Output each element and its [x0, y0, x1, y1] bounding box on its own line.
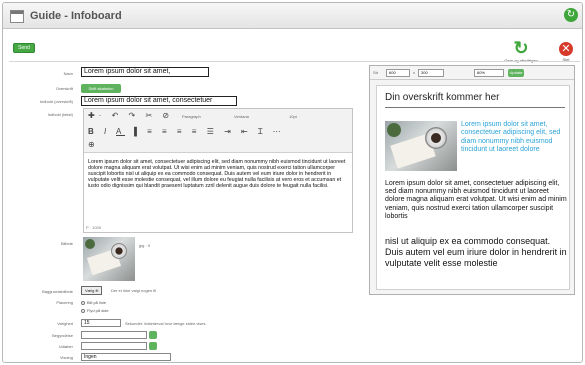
- preview-content: Din overskrift kommer her Lorem ipsum do…: [376, 85, 570, 290]
- editor-toolbar-row-2: B I A ▐ ≡ ≡ ≡ ≡ ☰ ⇥ ⇤ Ɪ ⋯: [88, 126, 285, 137]
- rich-text-editor[interactable]: ✚· ↶ ↷ ✂ ⊘ Paragraph Verdana 10pt B I A …: [83, 108, 353, 233]
- view-select[interactable]: Ingen: [81, 353, 171, 361]
- size-select[interactable]: 10pt: [289, 114, 297, 119]
- tekst-label: Indhold (tekst): [47, 112, 73, 117]
- link-icon[interactable]: ⊘: [162, 111, 173, 120]
- indent-icon[interactable]: ⇥: [224, 127, 235, 136]
- start-input[interactable]: [81, 331, 147, 339]
- plant-shape: [85, 239, 95, 249]
- delete-button[interactable]: ✕ Slet: [554, 39, 578, 62]
- radio-inline[interactable]: Bill på linie: [81, 300, 106, 305]
- choose-file-button[interactable]: Vælg fil: [81, 286, 103, 295]
- indhold-label: Indhold (overskrift): [39, 99, 73, 104]
- app-window: Guide - Infoboard ↻ Send ↻ Gem og afkvit…: [2, 2, 583, 363]
- divider: [9, 61, 580, 62]
- outdent-icon[interactable]: ⇤: [241, 127, 252, 136]
- height-input[interactable]: 300: [418, 69, 444, 77]
- save-icon: ↻: [513, 38, 529, 58]
- radio-float-label: Flyd på side: [87, 308, 109, 313]
- end-input[interactable]: [81, 342, 147, 350]
- redo-icon[interactable]: ↷: [129, 111, 140, 120]
- save-button[interactable]: ↻ Gem og afkvittigen: [502, 38, 540, 64]
- preview-size-label: Str: [373, 70, 379, 75]
- title-bar: Guide - Infoboard ↻: [3, 3, 582, 29]
- window-title: Guide - Infoboard: [30, 10, 122, 22]
- radio-float[interactable]: Flyd på side: [81, 308, 109, 313]
- plant-shape: [387, 123, 401, 137]
- preview-title: Din overskrift kommer her: [385, 92, 500, 103]
- editor-toolbar-row-1: ✚· ↶ ↷ ✂ ⊘: [88, 111, 174, 120]
- preview-toolbar: Str 600 x 300 80% Update: [370, 66, 574, 80]
- cut-icon[interactable]: ✂: [145, 111, 156, 120]
- align-left-icon[interactable]: ≡: [147, 127, 156, 136]
- preview-image: [385, 121, 457, 171]
- navn-label: Navn: [63, 71, 73, 76]
- file-note: Der er ikke valgt nogen fil: [111, 288, 157, 293]
- width-input[interactable]: 600: [386, 69, 410, 77]
- color-icon[interactable]: ▐: [131, 127, 141, 136]
- editor-status: P · 1000: [86, 225, 102, 230]
- template-button[interactable]: Skift skabelon: [81, 84, 121, 93]
- preview-panel: Str 600 x 300 80% Update Din overskrift …: [369, 65, 575, 295]
- align-right-icon[interactable]: ≡: [177, 127, 186, 136]
- image-meta: jpg · 0: [139, 243, 151, 248]
- preview-body: Lorem ipsum dolor sit amet, consectetuer…: [385, 180, 567, 220]
- x-label: x: [413, 70, 415, 75]
- radio-icon: [81, 308, 85, 313]
- italic-icon[interactable]: I: [104, 127, 110, 136]
- image-thumbnail[interactable]: [83, 237, 135, 281]
- duration-note: Sekunder: tidsinterval hvor længe siden …: [125, 321, 206, 326]
- close-icon: ✕: [559, 42, 573, 56]
- cup-shape: [425, 127, 447, 149]
- headline-input[interactable]: Lorem ipsum dolor sit amet, consectetuer: [81, 96, 237, 106]
- more-icon[interactable]: ⋯: [273, 127, 285, 136]
- view-label: Visning: [59, 355, 73, 360]
- background-label: Baggrundsbillede: [42, 289, 73, 294]
- radio-icon: [81, 300, 85, 305]
- editor-toolbar: ✚· ↶ ↷ ✂ ⊘ Paragraph Verdana 10pt B I A …: [84, 109, 352, 153]
- start-label: Begyndelse: [52, 333, 73, 338]
- duration-input[interactable]: 15: [81, 319, 121, 327]
- preview-body-large: nisl ut aliquip ex ea commodo consequat.…: [385, 236, 567, 268]
- font-select[interactable]: Verdana: [234, 114, 249, 119]
- list-icon[interactable]: ☰: [207, 127, 218, 136]
- send-button[interactable]: Send: [13, 43, 35, 53]
- insert-icon[interactable]: ✚: [88, 111, 99, 120]
- navn-input[interactable]: Lorem ipsum dolor sit amet,: [81, 67, 209, 77]
- undo-icon[interactable]: ↶: [112, 111, 123, 120]
- cup-shape: [111, 243, 127, 259]
- refresh-icon[interactable]: ↻: [564, 8, 578, 22]
- zoom-select[interactable]: 80%: [474, 69, 504, 77]
- bold-icon[interactable]: B: [88, 127, 98, 136]
- help-icon[interactable]: ⊕: [88, 140, 99, 149]
- window-icon: [10, 10, 24, 23]
- preview-highlight: Lorem ipsum dolor sit amet, consectetuer…: [461, 121, 561, 154]
- update-button[interactable]: Update: [508, 69, 524, 77]
- duration-label: Varighed: [57, 321, 73, 326]
- paragraph-select[interactable]: Paragraph: [182, 114, 201, 119]
- overskrift-label: Overskrift: [55, 86, 73, 91]
- radio-inline-label: Bill på linie: [87, 300, 107, 305]
- end-label: Udløber: [58, 344, 73, 349]
- underline-icon[interactable]: A: [116, 127, 125, 136]
- billede-label: Billede: [60, 241, 73, 246]
- start-calendar-icon[interactable]: [149, 331, 157, 339]
- align-center-icon[interactable]: ≡: [162, 127, 171, 136]
- justify-icon[interactable]: ≡: [192, 127, 201, 136]
- clear-format-icon[interactable]: Ɪ: [258, 127, 266, 136]
- placement-label: Placering: [56, 300, 73, 305]
- editor-body-text[interactable]: Lorem ipsum dolor sit amet, consectetuer…: [88, 159, 348, 189]
- preview-rule: [385, 107, 565, 108]
- end-calendar-icon[interactable]: [149, 342, 157, 350]
